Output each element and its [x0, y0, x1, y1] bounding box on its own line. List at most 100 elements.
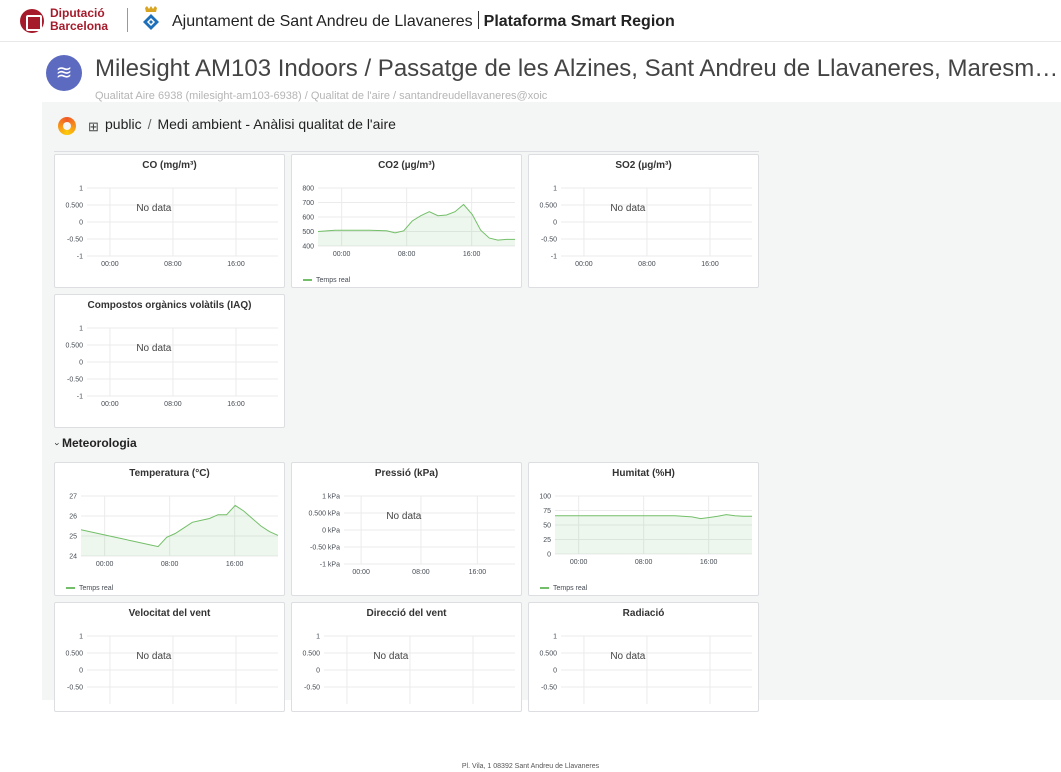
row-title-text: Meteorologia — [62, 436, 137, 450]
y-tick-label: 0.500 — [539, 203, 557, 210]
y-tick-label: -0.50 — [541, 685, 557, 692]
legend-swatch — [303, 279, 312, 281]
legend-swatch — [540, 587, 549, 589]
y-tick-label: 0 — [316, 668, 320, 675]
dashboard-grid-icon: ⊞ — [88, 119, 99, 134]
x-tick-label: 00:00 — [101, 401, 119, 408]
y-tick-label: 0 kPa — [322, 528, 340, 535]
y-tick-label: 1 kPa — [322, 494, 340, 501]
no-data-label: No data — [373, 651, 408, 662]
breadcrumb-dashboard[interactable]: Medi ambient - Anàlisi qualitat de l'air… — [157, 116, 395, 132]
logo-line-2: Barcelona — [50, 19, 109, 33]
y-tick-label: 1 — [553, 634, 557, 641]
panel-wind-speed[interactable]: Velocitat del vent 1 0.500 0 -0.50 No data — [54, 602, 285, 712]
y-tick-label: 27 — [69, 494, 77, 501]
no-data-label: No data — [136, 343, 171, 354]
y-tick-label: 0 — [79, 668, 83, 675]
site-header: Diputació Barcelona Ajuntament de Sant A… — [0, 0, 1061, 42]
page-subtitle: Qualitat Aire 6938 (milesight-am103-6938… — [95, 90, 548, 102]
breadcrumb-separator: / — [147, 116, 152, 132]
x-tick-label: 00:00 — [101, 261, 119, 268]
legend-swatch — [66, 587, 75, 589]
series-area — [555, 514, 752, 554]
x-tick-label: 08:00 — [164, 401, 182, 408]
y-tick-label: 1 — [79, 634, 83, 641]
footer-address: Pl. Vila, 1 08392 Sant Andreu de Llavane… — [461, 763, 600, 770]
y-tick-label: 0 — [547, 552, 551, 559]
scrolled-panel-edge — [54, 146, 759, 152]
y-tick-label: 0.500 — [65, 651, 83, 658]
legend-label: Temps real — [316, 277, 351, 284]
y-tick-label: 600 — [302, 215, 314, 222]
y-tick-label: 24 — [69, 554, 77, 561]
y-tick-label: -0.50 kPa — [310, 545, 340, 552]
x-tick-label: 00:00 — [352, 569, 370, 576]
x-tick-label: 00:00 — [96, 561, 114, 568]
x-tick-label: 08:00 — [412, 569, 430, 576]
x-tick-label: 16:00 — [469, 569, 487, 576]
y-tick-label: 0 — [79, 220, 83, 227]
platform-name[interactable]: Plataforma Smart Region — [484, 13, 675, 30]
grafana-logo-icon[interactable] — [58, 117, 76, 135]
page-title: Milesight AM103 Indoors / Passatge de le… — [95, 55, 1060, 82]
x-tick-label: 08:00 — [161, 561, 179, 568]
breadcrumb: public / Medi ambient - Anàlisi qualitat d… — [105, 116, 396, 132]
diputacio-logo-text[interactable]: Diputació Barcelona — [50, 7, 108, 33]
y-tick-label: 1 — [553, 186, 557, 193]
x-tick-label: 08:00 — [635, 559, 653, 566]
y-tick-label: -0.50 — [67, 237, 83, 244]
x-tick-label: 16:00 — [226, 561, 244, 568]
y-tick-label: 25 — [543, 537, 551, 544]
header-title: Ajuntament de Sant Andreu de Llavaneres P… — [172, 11, 675, 31]
x-tick-label: 00:00 — [575, 261, 593, 268]
y-tick-label: 26 — [69, 514, 77, 521]
x-tick-label: 08:00 — [398, 251, 416, 258]
y-tick-label: 0.500 — [65, 203, 83, 210]
no-data-label: No data — [386, 511, 421, 522]
y-tick-label: -1 — [551, 254, 557, 261]
chevron-down-icon: › — [52, 442, 63, 446]
y-tick-label: 0.500 — [539, 651, 557, 658]
panel-chart: 1 0.500 0 -0.50 -1 00:00 08:00 16:00 No data — [65, 186, 278, 268]
town-name[interactable]: Ajuntament de Sant Andreu de Llavaneres — [172, 13, 473, 30]
y-tick-label: -0.50 — [541, 237, 557, 244]
legend-label: Temps real — [553, 585, 588, 592]
y-tick-label: 0 — [79, 360, 83, 367]
panel-chart: 1 0.500 0 -0.50 -1 00:00 08:00 16:00 No data — [539, 186, 752, 268]
y-tick-label: 25 — [69, 534, 77, 541]
no-data-label: No data — [136, 203, 171, 214]
x-tick-label: 08:00 — [164, 261, 182, 268]
panel-co[interactable]: CO (mg/m³) 1 0.500 0 -0.50 -1 00:00 08:00 16:00… — [54, 154, 285, 288]
x-tick-label: 00:00 — [333, 251, 351, 258]
no-data-label: No data — [610, 651, 645, 662]
panel-chart: 1 0.500 0 -0.50 No data — [65, 634, 278, 704]
y-tick-label: 700 — [302, 200, 314, 207]
y-tick-label: 0.500 — [302, 651, 320, 658]
y-tick-label: -1 — [77, 394, 83, 401]
panel-humidity[interactable]: Humitat (%H) 100 75 50 25 0 00:00 08:00 16:00 Te… — [528, 462, 759, 596]
panel-chart: 1 0.500 0 -0.50 No data — [302, 634, 515, 704]
row-header-meteorologia[interactable]: ›Meteorologia — [52, 436, 137, 450]
panel-voc[interactable]: Compostos orgànics volàtils (IAQ) 1 0.500… — [54, 294, 285, 428]
y-tick-label: 50 — [543, 523, 551, 530]
panel-radiation[interactable]: Radiació 1 0.500 0 -0.50 No data — [528, 602, 759, 712]
y-tick-label: 1 — [79, 326, 83, 333]
air-quality-icon: ≋ — [46, 55, 82, 91]
panel-pressure[interactable]: Pressió (kPa) 1 kPa 0.500 kPa 0 kPa -0.50 k… — [291, 462, 522, 596]
y-tick-label: 800 — [302, 186, 314, 193]
y-tick-label: -1 — [77, 254, 83, 261]
y-tick-label: -0.50 — [67, 377, 83, 384]
series-area — [318, 204, 515, 246]
town-shield-icon[interactable] — [141, 6, 161, 36]
panel-so2[interactable]: SO2 (µg/m³) 1 0.500 0 -0.50 -1 00:00 08:00 16:0… — [528, 154, 759, 288]
panel-temperature[interactable]: Temperatura (°C) 27 26 25 24 00:00 08:00 16:00… — [54, 462, 285, 596]
panel-co2[interactable]: CO2 (µg/m³) 800 700 600 500 400 00:00 08:00 16:… — [291, 154, 522, 288]
y-tick-label: 0 — [553, 220, 557, 227]
legend-label: Temps real — [79, 585, 114, 592]
panel-wind-direction[interactable]: Direcció del vent 1 0.500 0 -0.50 No data — [291, 602, 522, 712]
no-data-label: No data — [610, 203, 645, 214]
panel-chart: 1 0.500 0 -0.50 -1 00:00 08:00 16:00 No data — [65, 326, 278, 408]
y-tick-label: 75 — [543, 508, 551, 515]
diputacio-logo-icon[interactable] — [20, 9, 44, 33]
breadcrumb-folder[interactable]: public — [105, 116, 142, 132]
